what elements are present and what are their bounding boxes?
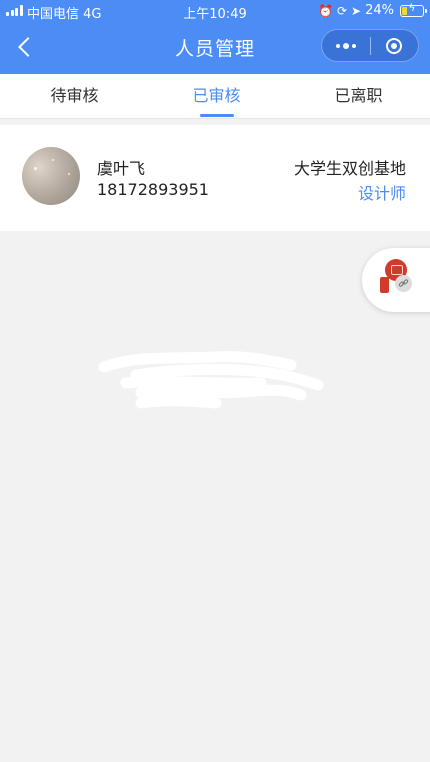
screen-lock-icon: ⟳ [336,3,348,18]
person-phone: 18172893951 [97,180,209,199]
battery-icon: ϟ [400,2,427,17]
tab-bar: 待审核 已审核 已离职 [0,74,430,119]
tab-label: 待审核 [50,86,99,105]
link-icon [395,275,412,292]
tab-resigned[interactable]: 已离职 [287,74,430,119]
charging-icon: ϟ [408,2,416,14]
mini-program-capsule [321,29,419,62]
more-button[interactable] [322,30,370,61]
battery-percent: 24% [365,3,394,18]
more-dots-icon [335,42,358,49]
app-header: 中国电信 4G 上午10:49 ⏰ ⟳ ➤ 24% ϟ 人员管理 [0,0,430,74]
list-item[interactable]: 虞叶飞 18172893951 大学生双创基地 设计师 [0,125,430,231]
status-bar: 中国电信 4G 上午10:49 ⏰ ⟳ ➤ 24% ϟ [0,0,430,22]
tab-pending[interactable]: 待审核 [3,74,146,119]
active-tab-indicator [199,114,234,117]
target-close-icon [386,37,403,54]
person-role: 设计师 [357,184,406,203]
status-indicators: ⏰ ⟳ ➤ 24% ϟ [318,2,427,18]
alarm-icon: ⏰ [318,3,333,18]
avatar [22,147,80,205]
nav-bar: 人员管理 [0,22,430,74]
floating-share-button[interactable] [362,248,430,312]
tab-label: 已离职 [334,86,383,105]
person-organization: 大学生双创基地 [293,159,406,178]
redaction-scribble [98,351,324,409]
stamp-icon [380,277,389,293]
person-name: 虞叶飞 [97,159,146,178]
location-icon: ➤ [351,3,362,18]
close-button[interactable] [371,30,418,61]
tab-label: 已审核 [192,86,241,105]
tab-approved[interactable]: 已审核 [145,74,288,119]
